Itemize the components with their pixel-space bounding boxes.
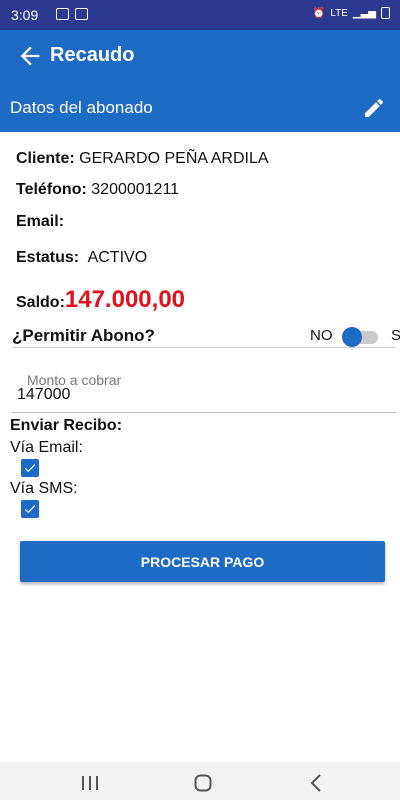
via-sms-label: Vía SMS: (10, 480, 78, 497)
cast-icon (56, 8, 69, 20)
cliente-value: GERARDO PEÑA ARDILA (79, 150, 269, 167)
switch-thumb (342, 327, 362, 347)
saldo-row: Saldo: 147.000,00 (16, 286, 185, 314)
telefono-value: 3200001211 (91, 181, 180, 198)
divider (12, 347, 396, 348)
checkmark-icon (24, 464, 36, 473)
estatus-label: Estatus: (16, 249, 80, 266)
permitir-abono-row: ¿Permitir Abono? NO SI (12, 324, 400, 348)
toggle-no-label: NO (310, 327, 333, 344)
section-header: Datos del abonado (0, 84, 400, 132)
edit-pencil-icon[interactable] (362, 96, 386, 120)
estatus-value: ACTIVO (87, 249, 148, 266)
sms-checkbox[interactable] (21, 500, 39, 518)
email-checkbox[interactable] (21, 459, 39, 477)
app-bar: Recaudo (0, 30, 400, 84)
signal-icon: ▁▃▅ (352, 7, 376, 19)
cliente-row: Cliente: GERARDO PEÑA ARDILA (16, 150, 269, 168)
back-arrow-icon[interactable] (16, 42, 44, 70)
monto-field[interactable]: Monto a cobrar (12, 372, 396, 414)
saldo-value: 147.000,00 (64, 286, 186, 313)
status-time: 3:09 (11, 7, 39, 23)
status-bar: 3:09 ⏰ LTE ▁▃▅ (0, 0, 400, 30)
monto-underline (12, 412, 396, 413)
saldo-label: Saldo: (16, 294, 65, 311)
telefono-row: Teléfono: 3200001211 (16, 181, 179, 199)
alarm-icon: ⏰ (312, 7, 326, 19)
nav-back-icon[interactable] (309, 774, 323, 792)
network-type-label: LTE (330, 7, 348, 19)
enviar-recibo-label: Enviar Recibo: (10, 417, 123, 434)
home-icon[interactable] (194, 774, 212, 792)
page-title: Recaudo (50, 44, 135, 66)
procesar-pago-button[interactable]: PROCESAR PAGO (20, 541, 385, 582)
email-label: Email: (16, 213, 65, 230)
toggle-si-label: SI (391, 327, 400, 344)
recent-apps-icon[interactable] (80, 776, 100, 790)
notification-app-icon (75, 8, 88, 20)
email-row: Email: (16, 213, 64, 231)
permitir-abono-switch[interactable] (338, 326, 382, 348)
checkmark-icon (24, 505, 36, 514)
permitir-abono-label: ¿Permitir Abono? (12, 326, 155, 345)
telefono-label: Teléfono: (16, 181, 87, 198)
cliente-label: Cliente: (16, 150, 75, 167)
estatus-row: Estatus: ACTIVO (16, 249, 147, 267)
via-email-label: Vía Email: (10, 439, 83, 456)
section-title: Datos del abonado (10, 98, 153, 117)
battery-icon (381, 7, 390, 19)
monto-input[interactable] (17, 386, 317, 404)
system-nav-bar (0, 762, 400, 800)
